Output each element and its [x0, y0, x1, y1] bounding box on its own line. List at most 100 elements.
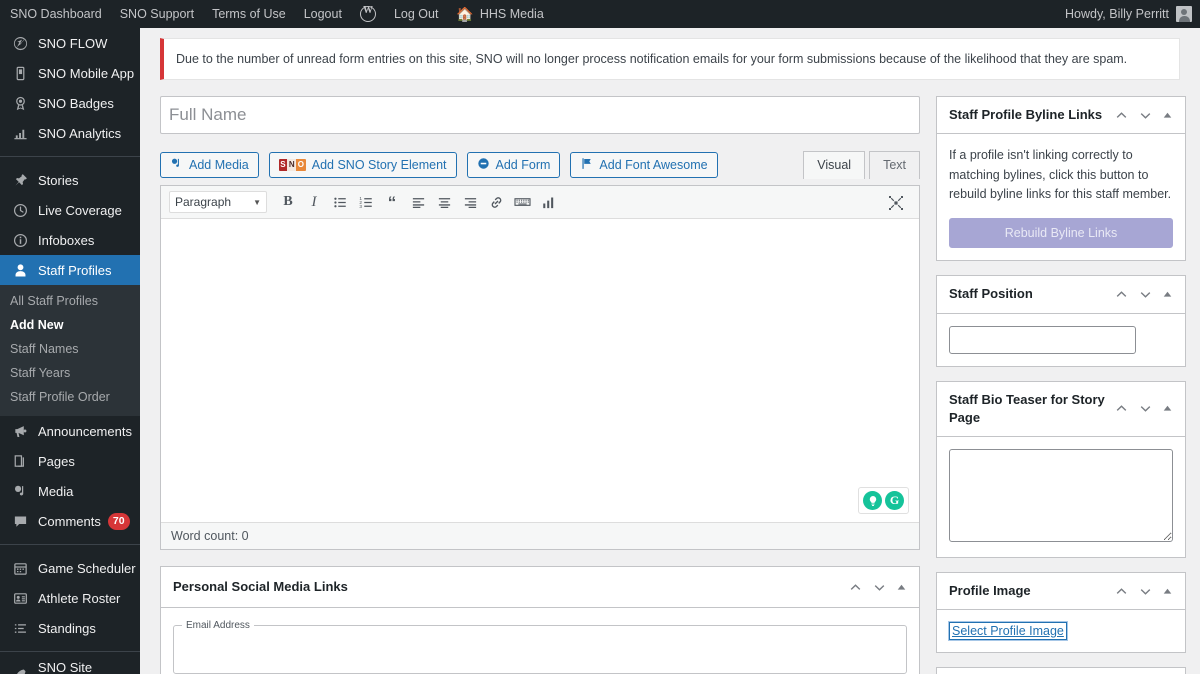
adminbar-item-sno-dashboard[interactable]: SNO Dashboard: [0, 0, 111, 28]
sidebar-item-sno-badges[interactable]: SNO Badges: [0, 88, 140, 118]
align-left-icon[interactable]: [405, 189, 431, 215]
toggle-panel-icon[interactable]: [896, 582, 907, 593]
sidebar-item-label: Announcements: [38, 423, 132, 439]
sidebar-item-sno-site-booster[interactable]: SNO Site Booster: [0, 660, 140, 674]
add-font-awesome-button[interactable]: Add Font Awesome: [570, 152, 718, 179]
toggle-panel-icon[interactable]: [1162, 586, 1173, 597]
sidebar-item-announcements[interactable]: Announcements: [0, 416, 140, 446]
sidebar-item-label: Pages: [38, 453, 75, 469]
staff-bio-teaser-textarea[interactable]: [949, 449, 1173, 542]
bulleted-list-icon[interactable]: [327, 189, 353, 215]
tab-visual[interactable]: Visual: [803, 151, 866, 180]
submenu-item-all-staff-profiles[interactable]: All Staff Profiles: [0, 289, 140, 313]
add-media-button[interactable]: Add Media: [160, 152, 259, 179]
move-down-icon[interactable]: [1138, 401, 1153, 416]
bold-icon[interactable]: B: [275, 189, 301, 215]
toggle-panel-icon[interactable]: [1162, 403, 1173, 414]
move-up-icon[interactable]: [1114, 401, 1129, 416]
panel-header[interactable]: Staff Position: [937, 276, 1185, 314]
panel-header[interactable]: Staff Bio Teaser for Story Page: [937, 382, 1185, 437]
mobile-icon: [10, 66, 30, 81]
sidebar-item-label: Stories: [38, 172, 79, 188]
move-down-icon[interactable]: [1138, 287, 1153, 302]
select-profile-image-link[interactable]: Select Profile Image: [948, 621, 1068, 642]
panel-controls: [848, 580, 907, 595]
adminbar-label: Logout: [303, 7, 342, 21]
submenu-item-staff-profile-order[interactable]: Staff Profile Order: [0, 385, 140, 409]
add-sno-story-element-button[interactable]: SNO Add SNO Story Element: [268, 152, 457, 179]
adminbar-item-wordpress[interactable]: [351, 0, 385, 28]
sidebar-item-staff-profiles[interactable]: Staff Profiles: [0, 255, 140, 285]
email-address-fieldset: Email Address: [173, 620, 907, 674]
editor-status-bar: Word count: 0: [161, 522, 919, 550]
edit-form-columns: Add Media SNO Add SNO Story Element Add …: [140, 96, 1200, 674]
lightbulb-icon[interactable]: [863, 491, 882, 511]
move-down-icon[interactable]: [1138, 108, 1153, 123]
sidebar-item-sno-analytics[interactable]: SNO Analytics: [0, 118, 140, 148]
sidebar-item-live-coverage[interactable]: Live Coverage: [0, 195, 140, 225]
sidebar-item-media[interactable]: Media: [0, 476, 140, 506]
align-right-icon[interactable]: [457, 189, 483, 215]
move-up-icon[interactable]: [848, 580, 863, 595]
numbered-list-icon[interactable]: 123: [353, 189, 379, 215]
align-center-icon[interactable]: [431, 189, 457, 215]
read-more-icon[interactable]: [509, 189, 535, 215]
sidebar-item-game-scheduler[interactable]: Game Scheduler: [0, 553, 140, 583]
paragraph-format-select[interactable]: Paragraph ▼: [169, 191, 267, 214]
distraction-free-icon[interactable]: [883, 190, 909, 216]
comments-count-badge: 70: [107, 512, 130, 530]
flow-icon: [10, 36, 30, 51]
email-address-input[interactable]: [182, 635, 898, 664]
home-icon: 🏠: [456, 6, 474, 22]
sidebar-item-label: SNO Analytics: [38, 125, 122, 141]
media-buttons-bar: Add Media SNO Add SNO Story Element Add …: [160, 151, 920, 180]
italic-icon[interactable]: I: [301, 189, 327, 215]
paragraph-format-value: Paragraph: [175, 195, 232, 210]
tab-text[interactable]: Text: [869, 151, 920, 180]
adminbar-account[interactable]: Howdy, Billy Perritt: [1065, 6, 1200, 22]
submenu-item-staff-names[interactable]: Staff Names: [0, 337, 140, 361]
link-icon[interactable]: [483, 189, 509, 215]
move-down-icon[interactable]: [1138, 584, 1153, 599]
sidebar-item-pages[interactable]: Pages: [0, 446, 140, 476]
sidebar-item-sno-mobile-app[interactable]: SNO Mobile App: [0, 58, 140, 88]
move-up-icon[interactable]: [1114, 584, 1129, 599]
add-form-button[interactable]: Add Form: [466, 152, 561, 179]
move-down-icon[interactable]: [872, 580, 887, 595]
toggle-panel-icon[interactable]: [1162, 110, 1173, 121]
add-media-icon: [170, 157, 183, 173]
adminbar-item-logout[interactable]: Logout: [295, 0, 351, 28]
submenu-item-add-new[interactable]: Add New: [0, 313, 140, 337]
sidebar-item-stories[interactable]: Stories: [0, 165, 140, 195]
sidebar-item-standings[interactable]: Standings: [0, 613, 140, 643]
panel-header[interactable]: Personal Social Media Links: [161, 567, 919, 609]
grammarly-widget[interactable]: G: [858, 487, 909, 515]
publish-panel: Publish: [936, 667, 1186, 674]
sidebar-item-sno-flow[interactable]: SNO FLOW: [0, 28, 140, 58]
staff-position-input[interactable]: [949, 325, 1136, 354]
panel-header[interactable]: Profile Image: [937, 573, 1185, 611]
post-title-input[interactable]: [160, 96, 920, 135]
sidebar-item-athlete-roster[interactable]: Athlete Roster: [0, 583, 140, 613]
toggle-panel-icon[interactable]: [1162, 289, 1173, 300]
adminbar-item-log-out[interactable]: Log Out: [385, 0, 447, 28]
move-up-icon[interactable]: [1114, 287, 1129, 302]
sno-logo-icon: SNO: [278, 159, 306, 172]
panel-header[interactable]: Publish: [937, 668, 1185, 674]
panel-header[interactable]: Staff Profile Byline Links: [937, 97, 1185, 135]
form-icon: [477, 157, 490, 173]
grammarly-icon[interactable]: G: [885, 491, 904, 511]
personal-social-media-links-panel: Personal Social Media Links Email Addres…: [160, 566, 920, 674]
adminbar-item-terms-of-use[interactable]: Terms of Use: [203, 0, 295, 28]
adminbar-item-site-name[interactable]: 🏠 HHS Media: [447, 0, 552, 28]
chart-icon[interactable]: [535, 189, 561, 215]
sidebar-item-infoboxes[interactable]: Infoboxes: [0, 225, 140, 255]
submenu-item-staff-years[interactable]: Staff Years: [0, 361, 140, 385]
sidebar-item-comments[interactable]: Comments 70: [0, 506, 140, 536]
rebuild-byline-links-button[interactable]: Rebuild Byline Links: [949, 218, 1173, 249]
editor-content-area[interactable]: G: [161, 219, 919, 523]
blockquote-icon[interactable]: “: [379, 189, 405, 215]
editor-toolbar: Paragraph ▼ B I 123 “: [161, 186, 919, 220]
move-up-icon[interactable]: [1114, 108, 1129, 123]
adminbar-item-sno-support[interactable]: SNO Support: [111, 0, 203, 28]
